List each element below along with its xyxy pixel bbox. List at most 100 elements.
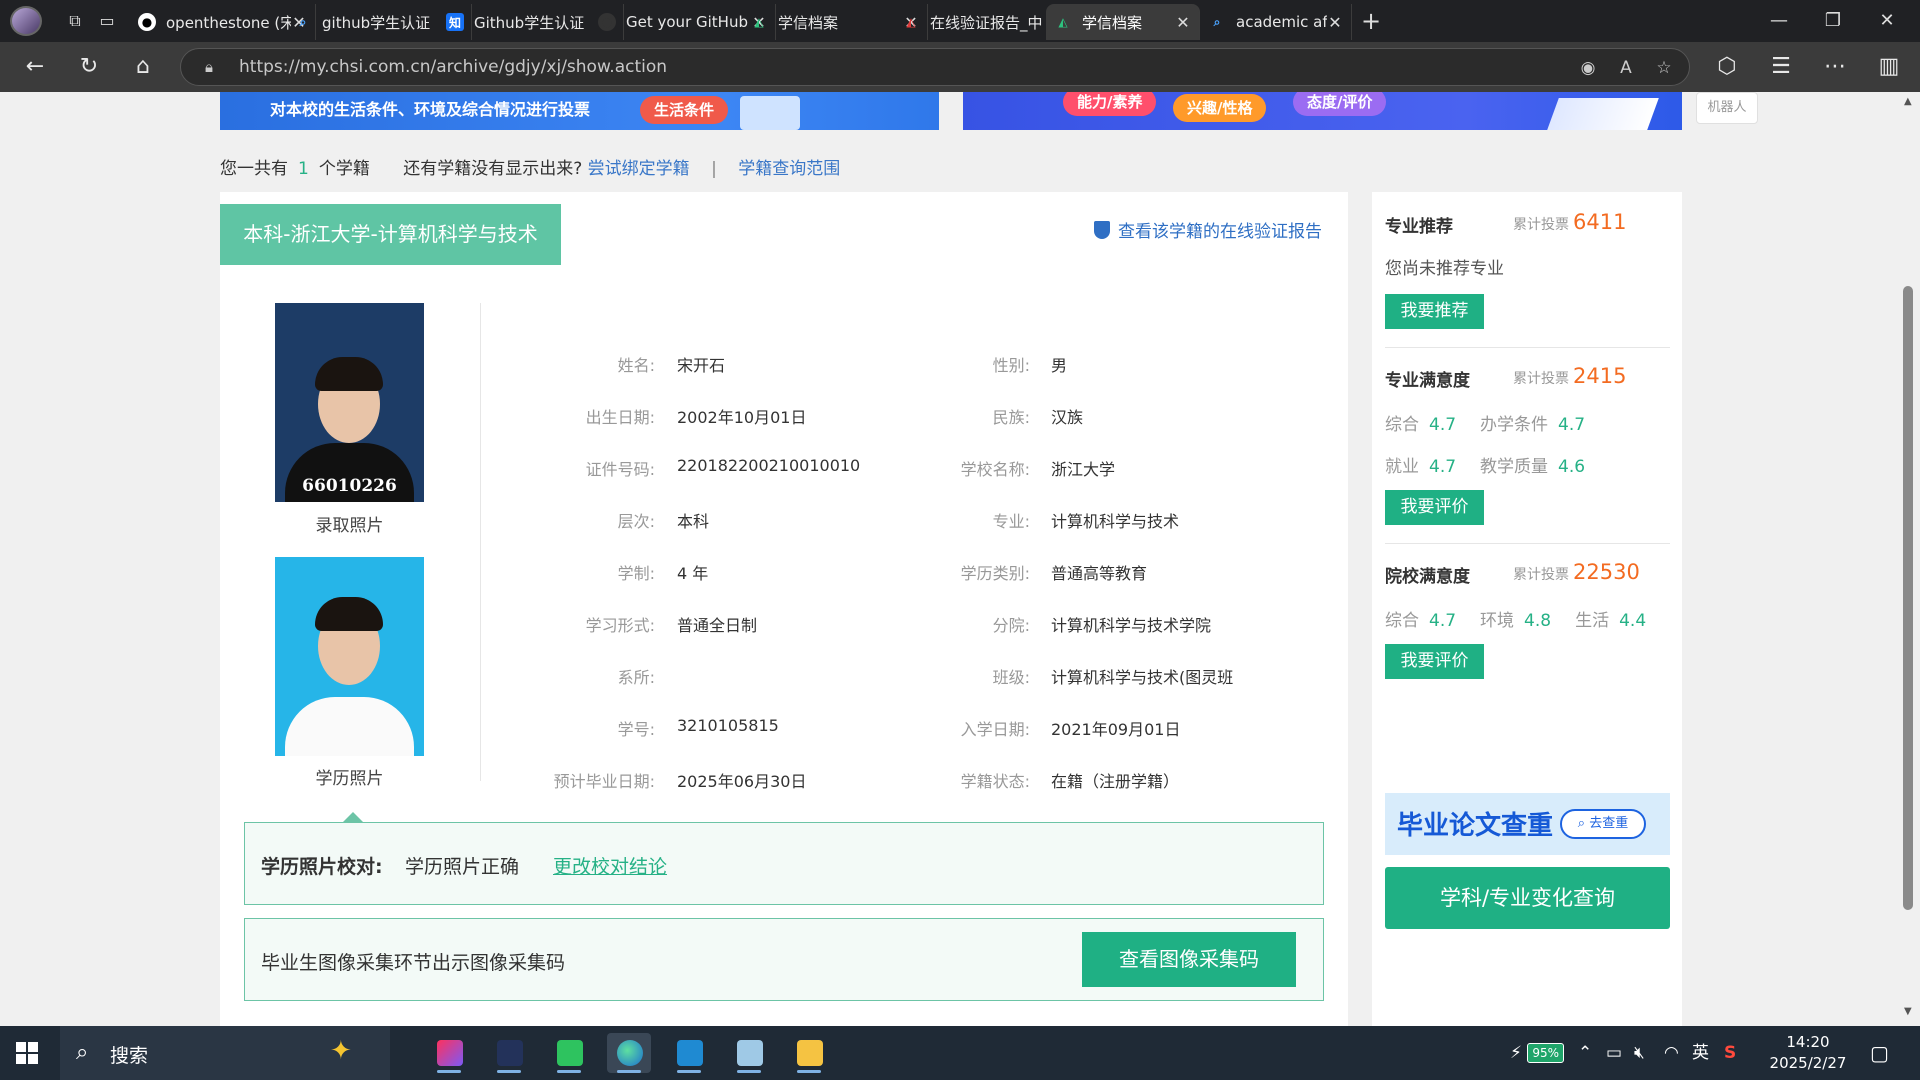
zhihu-icon: 知 (446, 13, 464, 31)
close-tab-icon[interactable]: ✕ (1175, 13, 1191, 32)
notification-icon[interactable]: ▢ (1870, 1026, 1889, 1080)
taskbar-app-notes[interactable] (727, 1033, 771, 1073)
photo-check-panel: 学历照片校对: 学历照片正确 更改校对结论 (244, 822, 1324, 905)
verify-report-link[interactable]: 查看该学籍的在线验证报告 (1094, 217, 1322, 242)
thesis-check-ad[interactable]: 毕业论文查重 ⌕ 去查重 (1385, 793, 1670, 855)
taskbar-app-vscode[interactable] (667, 1033, 711, 1073)
tab-academic-affiliation[interactable]: ⌕ academic affiliati ✕ (1200, 4, 1352, 40)
wifi-icon[interactable]: ◠ (1664, 1026, 1679, 1080)
summary-question: 还有学籍没有显示出来? (403, 159, 583, 179)
restore-icon[interactable]: ❐ (1806, 4, 1860, 38)
verify-report-label: 查看该学籍的在线验证报告 (1118, 222, 1322, 242)
field-student-id: 3210105815 (677, 716, 779, 735)
votes-count: 22530 (1573, 560, 1640, 584)
url-text[interactable]: https://my.chsi.com.cn/archive/gdjy/xj/s… (239, 57, 667, 77)
separator: | (711, 159, 717, 179)
bind-record-link[interactable]: 尝试绑定学籍 (588, 159, 690, 179)
tab-chsi-archive-active[interactable]: ◭ 学信档案 ✕ (1046, 4, 1200, 40)
battery-indicator[interactable]: ⚡︎ 95% (1510, 1026, 1565, 1080)
address-bar[interactable]: 🔒︎ https://my.chsi.com.cn/archive/gdjy/x… (180, 48, 1690, 86)
score-label: 综合 (1385, 415, 1419, 435)
close-tab-icon[interactable]: ✕ (1327, 13, 1343, 32)
ad-button[interactable]: ⌕ 去查重 (1560, 809, 1646, 839)
search-icon: ⌕ (299, 14, 307, 29)
field-label: 入学日期: (960, 720, 1030, 739)
recommend-button[interactable]: 我要推荐 (1385, 294, 1484, 329)
robot-assistant[interactable]: 机器人 (1696, 92, 1758, 124)
votes-label: 累计投票 (1513, 371, 1569, 387)
running-indicator (497, 1070, 521, 1073)
sogou-icon[interactable]: S (1724, 1026, 1736, 1080)
show-hidden-icons-icon[interactable]: ⌃ (1578, 1026, 1592, 1080)
more-menu-icon[interactable]: ⋯ (1820, 52, 1850, 82)
lock-icon[interactable]: 🔒︎ (199, 57, 219, 77)
running-indicator (437, 1070, 461, 1073)
extensions-icon[interactable]: ⬡ (1712, 52, 1742, 82)
rate-school-button[interactable]: 我要评价 (1385, 644, 1484, 679)
favorite-star-icon[interactable]: ☆ (1651, 55, 1677, 81)
mute-icon[interactable]: 🔇︎ (1634, 1026, 1645, 1080)
score-value: 4.4 (1619, 611, 1647, 631)
field-status: 在籍（注册学籍） (1051, 772, 1180, 791)
field-label: 学习形式: (585, 616, 655, 635)
scroll-down-icon[interactable]: ▼ (1904, 1006, 1914, 1018)
taskbar-app-explorer[interactable] (787, 1033, 831, 1073)
record-title: 本科-浙江大学-计算机科学与技术 (220, 204, 561, 265)
taskbar-app-wechat[interactable] (547, 1033, 591, 1073)
close-window-icon[interactable]: ✕ (1860, 4, 1914, 38)
start-icon[interactable] (16, 1042, 38, 1064)
collections-icon[interactable]: ⧉ (64, 10, 86, 32)
view-image-code-button[interactable]: 查看图像采集码 (1082, 932, 1296, 987)
photo-hair (315, 597, 383, 631)
field-class: 计算机科学与技术(图灵班 (1051, 668, 1234, 687)
query-range-link[interactable]: 学籍查询范围 (738, 159, 840, 179)
app-icon (737, 1040, 763, 1066)
field-label: 学历类别: (960, 564, 1030, 583)
taskbar-app-game[interactable] (487, 1033, 531, 1073)
tab-title: academic affiliati (1236, 13, 1327, 31)
new-tab-icon[interactable]: + (1360, 9, 1382, 33)
field-study-mode: 普通全日制 (677, 616, 758, 635)
reader-icon[interactable]: ◉ (1575, 55, 1601, 81)
chart-graphic (1547, 98, 1659, 130)
field-ethnicity: 汉族 (1051, 408, 1084, 427)
power-icon[interactable]: ▭ (1606, 1026, 1622, 1080)
scroll-thumb[interactable] (1903, 286, 1913, 910)
refresh-icon[interactable]: ↻ (74, 52, 104, 82)
record-summary: 您一共有 1 个学籍 还有学籍没有显示出来? 尝试绑定学籍 | 学籍查询范围 (220, 154, 840, 179)
change-check-link[interactable]: 更改校对结论 (553, 852, 667, 879)
taskbar-search[interactable]: ⌕ 搜索 ✦ (60, 1026, 390, 1080)
page-scrollbar[interactable]: ▲ ▼ (1898, 92, 1920, 1026)
score-label: 教学质量 (1480, 457, 1549, 477)
field-duration: 4 年 (677, 564, 709, 583)
browser-tab-strip: ⧉ ▭ ● openthestone (宋 ✕ ⌕ github学生认证 ✕ 知… (0, 0, 1920, 42)
scroll-up-icon[interactable]: ▲ (1904, 96, 1914, 108)
vote-banner-left[interactable]: 对本校的生活条件、环境及综合情况进行投票 生活条件 (220, 92, 939, 130)
vote-banner-right[interactable]: 能力/素养 兴趣/性格 态度/评价 (963, 92, 1682, 130)
score-label: 就业 (1385, 457, 1419, 477)
favorites-icon[interactable]: ☰ (1766, 52, 1796, 82)
field-enrollment-date: 2021年09月01日 (1051, 720, 1181, 739)
minimize-icon[interactable]: — (1752, 4, 1806, 38)
search-icon: ⌕ (76, 1040, 89, 1065)
tab-actions-icon[interactable]: ▭ (96, 10, 118, 32)
sidebar-toggle-icon[interactable]: ▥ (1874, 52, 1904, 82)
admission-photo: 66010226 (275, 303, 424, 502)
clock[interactable]: 14:20 2025/2/27 (1758, 1032, 1858, 1074)
rate-major-button[interactable]: 我要评价 (1385, 490, 1484, 525)
home-icon[interactable]: ⌂ (128, 52, 158, 82)
taskbar-app-ide[interactable] (427, 1033, 471, 1073)
banner-pill: 兴趣/性格 (1173, 94, 1267, 122)
back-icon[interactable]: ← (20, 52, 50, 82)
photo-check-value: 学历照片正确 (405, 856, 520, 878)
read-aloud-icon[interactable]: A (1613, 55, 1639, 81)
diploma-photo-caption: 学历照片 (315, 769, 384, 789)
divider (1385, 543, 1670, 544)
major-change-query-button[interactable]: 学科/专业变化查询 (1385, 867, 1670, 929)
field-label: 系所: (617, 668, 655, 687)
image-code-panel: 毕业生图像采集环节出示图像采集码 查看图像采集码 (244, 918, 1324, 1001)
taskbar-app-edge[interactable] (607, 1033, 651, 1073)
score-label: 环境 (1480, 611, 1515, 631)
ime-indicator[interactable]: 英 (1692, 1026, 1709, 1080)
profile-avatar[interactable] (10, 6, 42, 36)
